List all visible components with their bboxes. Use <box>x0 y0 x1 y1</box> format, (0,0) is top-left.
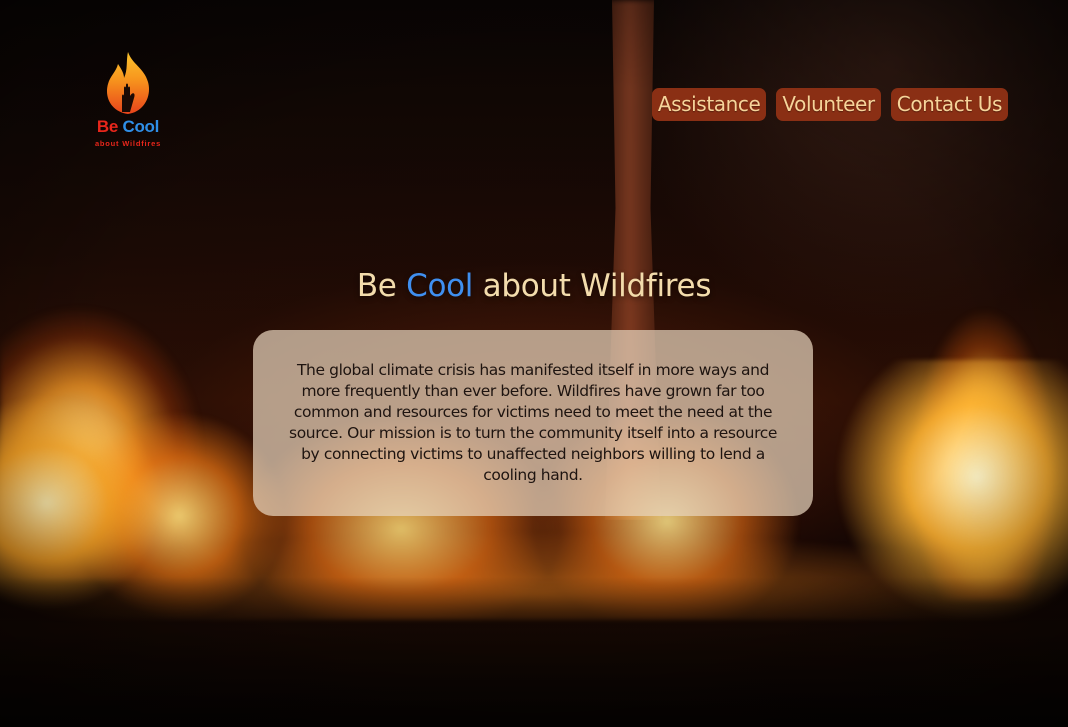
logo-word-be: Be <box>96 117 119 136</box>
page: Be Cool about Wildfires Assistance Volun… <box>0 0 1068 727</box>
logo-subtitle: about Wildfires <box>94 139 162 148</box>
hero-title-prefix: Be <box>356 268 407 304</box>
logo-title: Be Cool <box>88 118 168 136</box>
nav-assistance-button[interactable]: Assistance <box>651 88 767 121</box>
hero-title: Be Cool about Wildfires <box>0 268 1068 304</box>
logo-word-cool: Cool <box>122 117 160 136</box>
flame-hand-icon <box>106 52 150 114</box>
site-logo[interactable]: Be Cool about Wildfires <box>88 50 168 160</box>
mission-card: The global climate crisis has manifested… <box>253 330 813 516</box>
hero-title-suffix: about Wildfires <box>473 268 712 304</box>
main-nav: Assistance Volunteer Contact Us <box>651 88 1008 121</box>
nav-volunteer-button[interactable]: Volunteer <box>776 88 881 121</box>
hero-title-accent: Cool <box>406 268 474 304</box>
mission-statement: The global climate crisis has manifested… <box>289 361 777 484</box>
nav-contact-us-button[interactable]: Contact Us <box>890 88 1008 121</box>
